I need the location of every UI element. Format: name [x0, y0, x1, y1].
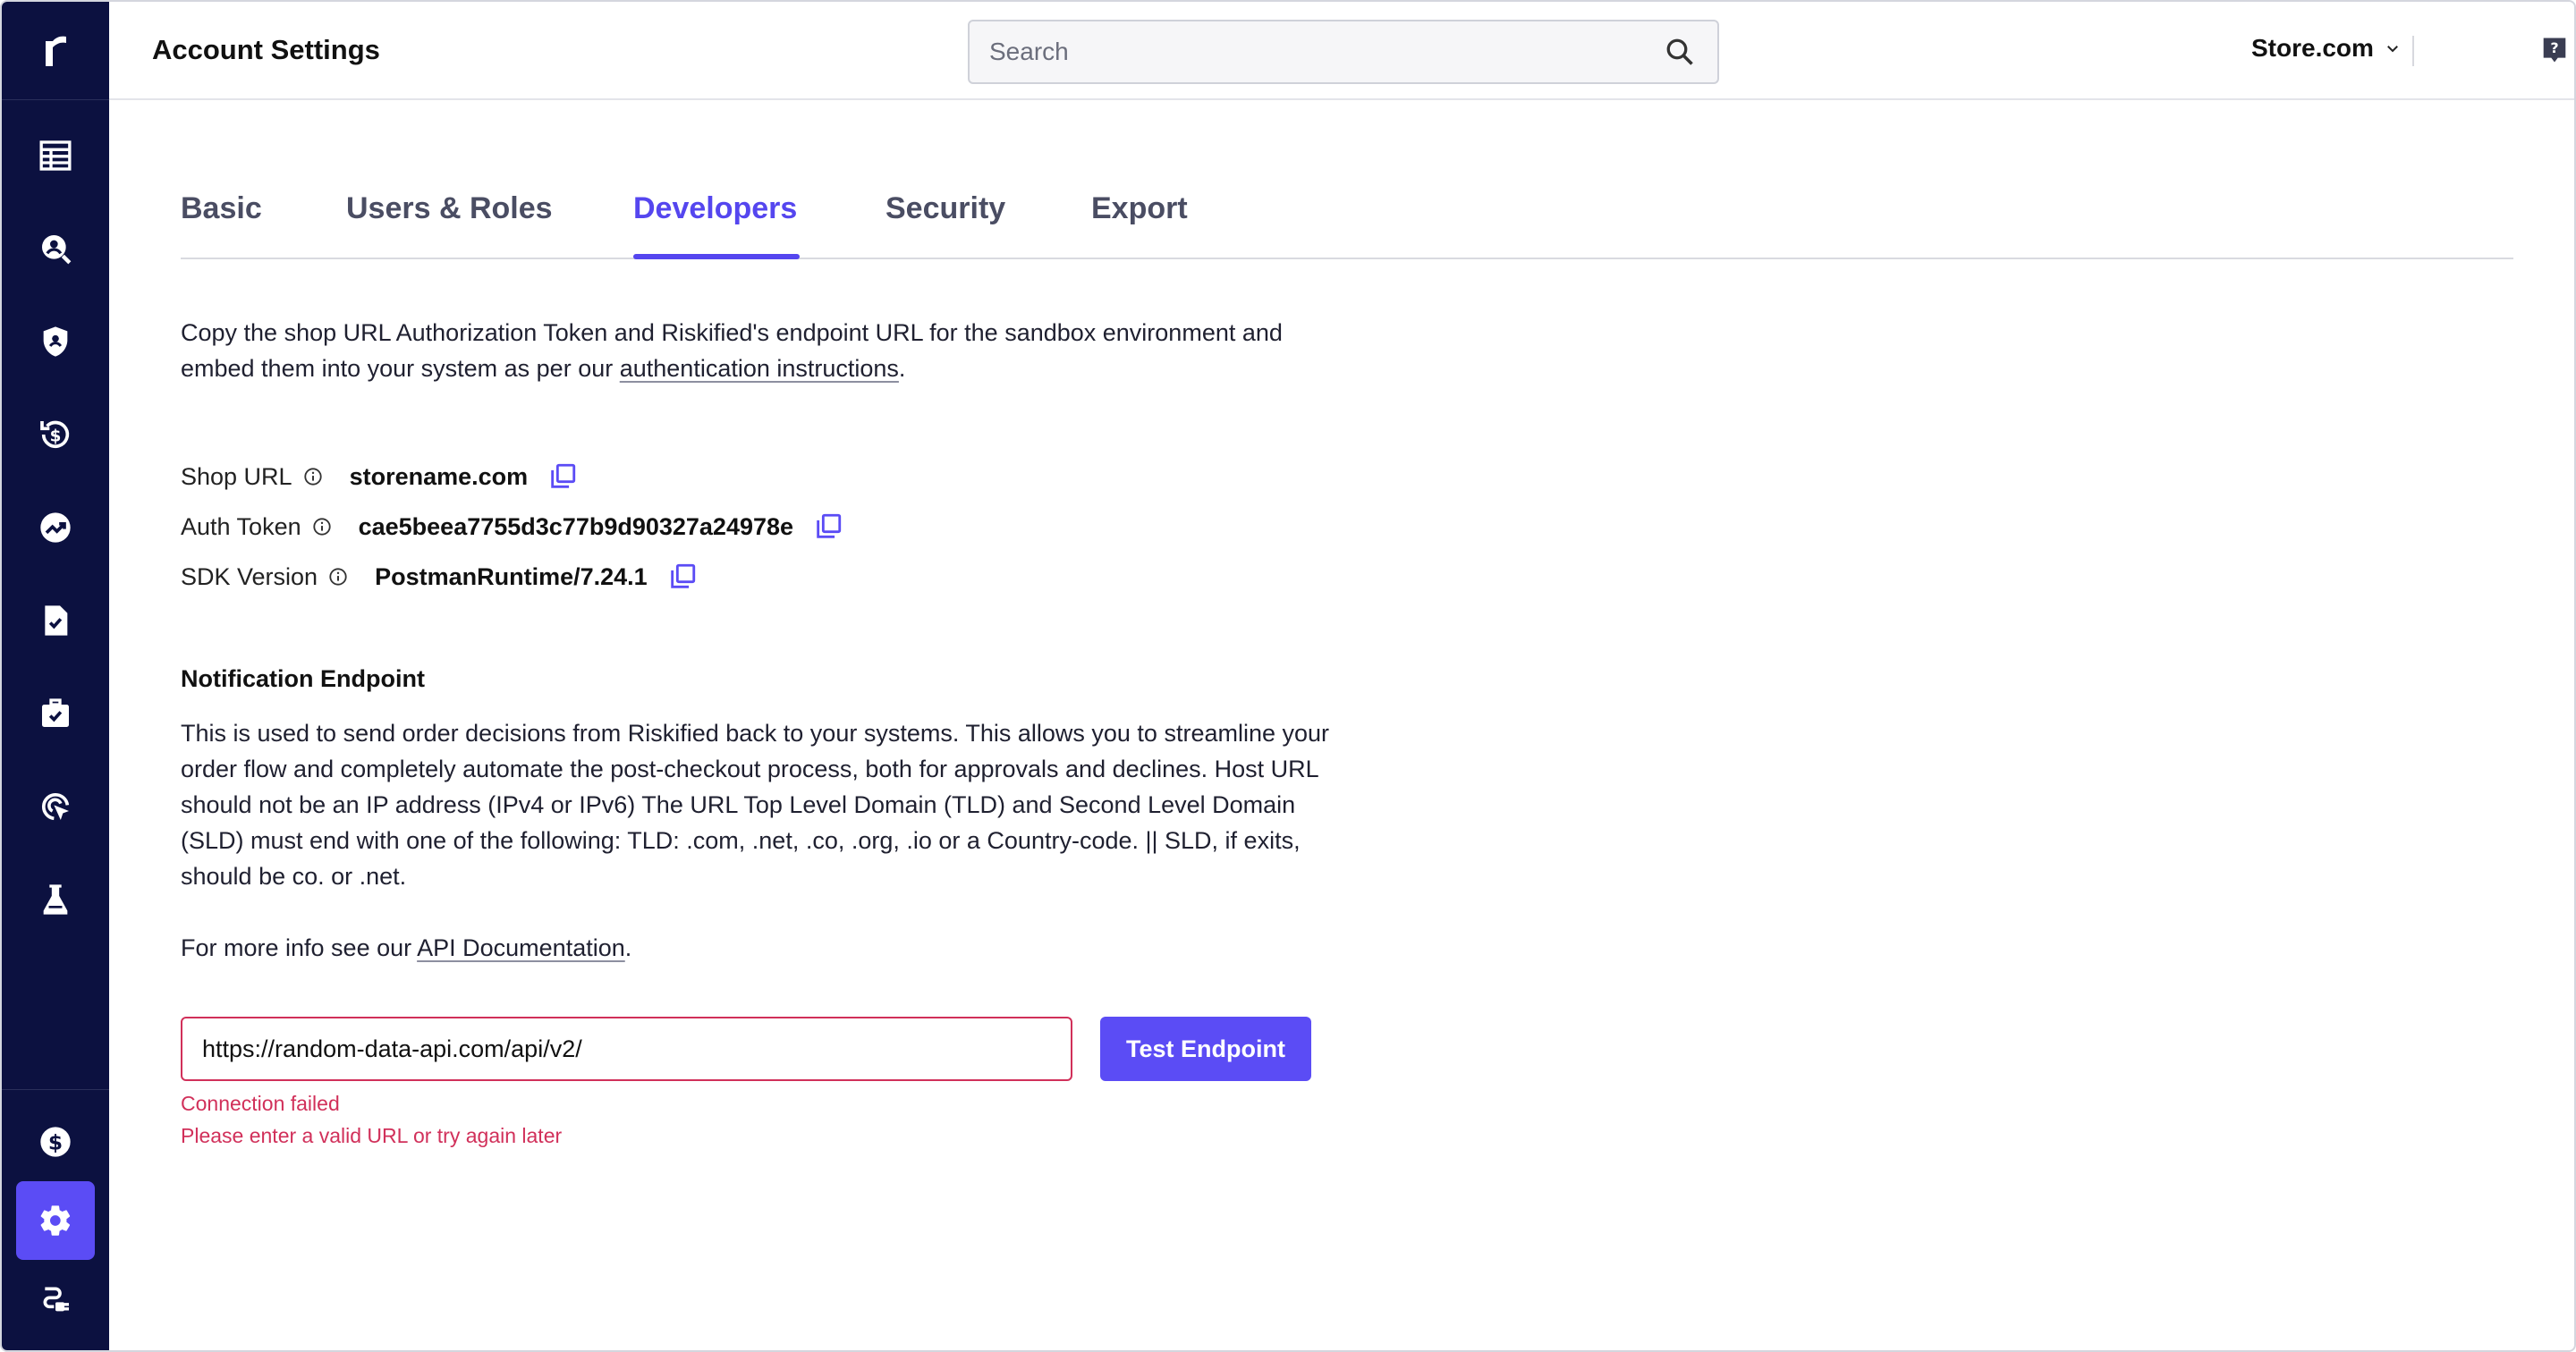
active-tab-indicator: [633, 254, 800, 259]
svg-text:?: ?: [2550, 39, 2558, 56]
sdk-version-row: SDK Version PostmanRuntime/7.24.1: [181, 559, 698, 595]
sidebar-item-approvals[interactable]: [16, 674, 95, 753]
api-documentation-link[interactable]: API Documentation: [417, 934, 625, 961]
svg-text:$: $: [50, 427, 62, 446]
shop-url-label: Shop URL: [181, 462, 292, 490]
sidebar-item-insights[interactable]: [16, 488, 95, 567]
sidebar-divider: [2, 1089, 109, 1090]
help-button[interactable]: ?: [2537, 32, 2572, 68]
notification-description: This is used to send order decisions fro…: [181, 720, 1330, 890]
sidebar-item-investigate[interactable]: [16, 209, 95, 288]
error-connection-failed: Connection failed: [181, 1092, 340, 1115]
copy-icon[interactable]: [667, 562, 698, 592]
endpoint-url-input[interactable]: [181, 1017, 1072, 1081]
page-title: Account Settings: [152, 34, 380, 65]
tab-users-roles[interactable]: Users & Roles: [346, 191, 553, 226]
test-endpoint-button[interactable]: Test Endpoint: [1100, 1017, 1311, 1081]
briefcase-check-icon: [42, 698, 69, 727]
more-info-text: For more info see our API Documentation.: [181, 934, 632, 961]
table-icon: [39, 140, 72, 171]
search-user-icon: [42, 235, 72, 265]
info-icon[interactable]: [303, 467, 323, 486]
target-cursor-icon: [42, 793, 70, 821]
sidebar-item-integrations[interactable]: [16, 1260, 95, 1339]
auth-token-row: Auth Token cae5beea7755d3c77b9d90327a249…: [181, 509, 843, 545]
info-icon[interactable]: [312, 517, 332, 537]
tab-basic[interactable]: Basic: [181, 191, 262, 226]
error-invalid-url: Please enter a valid URL or try again la…: [181, 1124, 563, 1147]
sidebar: $ $: [2, 2, 109, 1350]
search-input[interactable]: [989, 21, 1633, 82]
notification-endpoint-title: Notification Endpoint: [181, 665, 425, 692]
billing-dollar-icon: $: [40, 1127, 71, 1157]
copy-icon[interactable]: [813, 511, 843, 542]
settings-gear-icon: [40, 1205, 71, 1236]
sidebar-item-settings[interactable]: [16, 1181, 95, 1260]
sdk-version-label: SDK Version: [181, 562, 318, 590]
search-icon[interactable]: [1664, 36, 1696, 68]
auth-token-value: cae5beea7755d3c77b9d90327a24978e: [358, 512, 794, 540]
refund-icon: $: [40, 420, 70, 449]
header-divider: [2412, 36, 2414, 66]
document-check-icon: [45, 605, 68, 636]
sidebar-item-protection[interactable]: [16, 302, 95, 381]
sidebar-item-billing[interactable]: $: [16, 1103, 95, 1181]
store-selector[interactable]: Store.com: [2251, 34, 2401, 63]
search-box[interactable]: [968, 20, 1719, 84]
riskified-logo[interactable]: [2, 2, 109, 100]
shop-url-row: Shop URL storename.com: [181, 459, 578, 494]
sidebar-item-targeting[interactable]: [16, 767, 95, 846]
shield-icon: [43, 326, 68, 357]
auth-token-label: Auth Token: [181, 512, 301, 540]
sidebar-item-policies[interactable]: [16, 581, 95, 660]
top-header: Account Settings Store.com ?: [109, 2, 2574, 100]
authentication-instructions-link[interactable]: authentication instructions: [620, 355, 899, 382]
tab-export[interactable]: Export: [1091, 191, 1188, 226]
copy-icon[interactable]: [547, 461, 578, 492]
intro-text: Copy the shop URL Authorization Token an…: [181, 319, 1283, 382]
app-window: $ $ Account Settings Search Store.com ? …: [0, 0, 2576, 1352]
chevron-down-icon: [2386, 46, 2398, 53]
tab-security[interactable]: Security: [886, 191, 1005, 226]
logo-icon: [46, 36, 66, 66]
shop-url-value: storename.com: [349, 462, 529, 490]
sidebar-item-chargebacks[interactable]: $: [16, 395, 95, 474]
integrations-plug-icon: [43, 1287, 69, 1312]
sidebar-item-orders[interactable]: [16, 116, 95, 195]
store-name: Store.com: [2251, 34, 2374, 62]
lab-flask-icon: [43, 884, 68, 915]
tab-developers[interactable]: Developers: [633, 191, 797, 226]
trending-icon: [40, 512, 71, 543]
help-icon: ?: [2543, 38, 2566, 63]
sdk-version-value: PostmanRuntime/7.24.1: [375, 562, 648, 590]
info-icon[interactable]: [328, 567, 348, 587]
svg-text:$: $: [48, 1129, 63, 1154]
settings-tabs: Basic Users & Roles Developers Security …: [181, 168, 2513, 259]
sidebar-item-labs[interactable]: [16, 860, 95, 939]
